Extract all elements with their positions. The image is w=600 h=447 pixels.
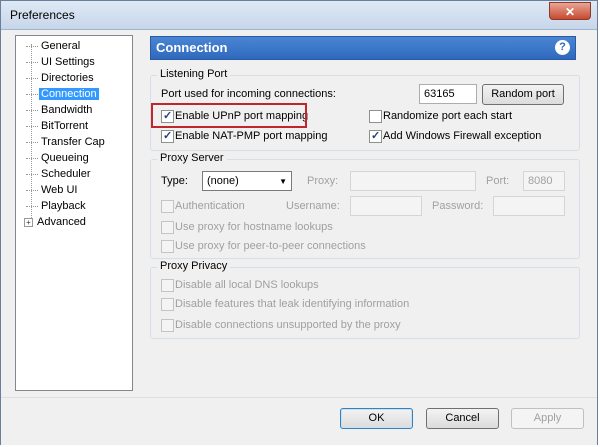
- p2p-proxy-checkbox[interactable]: [161, 240, 174, 253]
- close-button[interactable]: ✕: [549, 2, 591, 20]
- sidebar-item-playback[interactable]: Playback: [26, 199, 88, 214]
- proxy-port-label: Port:: [486, 175, 510, 187]
- sidebar-item-bandwidth[interactable]: Bandwidth: [26, 103, 94, 118]
- settings-tree: General UI Settings Directories Connecti…: [15, 35, 133, 391]
- p2p-proxy-label[interactable]: Use proxy for peer-to-peer connections: [175, 240, 366, 252]
- title-bar[interactable]: Preferences ✕: [1, 1, 597, 30]
- proxy-type-select[interactable]: (none) ▼: [202, 171, 292, 191]
- randomize-port-label[interactable]: Randomize port each start: [383, 110, 512, 122]
- port-label: Port used for incoming connections:: [161, 88, 336, 100]
- sidebar-item-bittorrent[interactable]: BitTorrent: [26, 119, 90, 134]
- username-label: Username:: [286, 200, 340, 212]
- password-label: Password:: [432, 200, 484, 212]
- dns-lookup-checkbox[interactable]: [161, 279, 174, 292]
- chevron-down-icon: ▼: [279, 177, 287, 186]
- natpmp-label[interactable]: Enable NAT-PMP port mapping: [175, 130, 327, 142]
- sidebar-item-ui-settings[interactable]: UI Settings: [26, 55, 97, 70]
- leak-info-label[interactable]: Disable features that leak identifying i…: [175, 298, 409, 310]
- sidebar-item-queueing[interactable]: Queueing: [26, 151, 91, 166]
- proxy-port-input[interactable]: 8080: [523, 171, 565, 191]
- proxy-host-label: Proxy:: [307, 175, 339, 187]
- sidebar-item-transfer-cap[interactable]: Transfer Cap: [26, 135, 107, 150]
- upnp-highlight-box: [151, 103, 307, 128]
- sidebar-item-general[interactable]: General: [26, 39, 82, 54]
- unsupported-connections-label[interactable]: Disable connections unsupported by the p…: [175, 319, 401, 331]
- firewall-label[interactable]: Add Windows Firewall exception: [383, 130, 541, 142]
- proxy-host-input[interactable]: [350, 171, 476, 191]
- proxy-privacy-group-label: Proxy Privacy: [157, 260, 231, 272]
- random-port-button[interactable]: Random port: [482, 84, 564, 105]
- username-input[interactable]: [350, 196, 422, 216]
- dns-lookup-label[interactable]: Disable all local DNS lookups: [175, 279, 319, 291]
- unsupported-connections-checkbox[interactable]: [161, 319, 174, 332]
- port-input[interactable]: 63165: [419, 84, 477, 104]
- proxy-server-group-label: Proxy Server: [157, 152, 227, 164]
- password-input[interactable]: [493, 196, 565, 216]
- apply-button[interactable]: Apply: [511, 408, 584, 429]
- window-title: Preferences: [10, 8, 75, 22]
- cancel-button[interactable]: Cancel: [426, 408, 499, 429]
- authentication-label[interactable]: Authentication: [175, 200, 245, 212]
- close-icon: ✕: [564, 5, 576, 19]
- proxy-type-label: Type:: [161, 175, 188, 187]
- help-icon[interactable]: ?: [555, 40, 570, 55]
- natpmp-checkbox[interactable]: [161, 129, 174, 143]
- preferences-window: Preferences ✕ General UI Settings Direct…: [0, 0, 598, 445]
- randomize-port-checkbox[interactable]: [369, 110, 382, 123]
- dialog-footer: [1, 397, 597, 445]
- sidebar-item-connection[interactable]: Connection: [26, 87, 99, 102]
- sidebar-item-web-ui[interactable]: Web UI: [26, 183, 79, 198]
- section-title: Connection: [156, 40, 228, 55]
- section-header: Connection ?: [150, 36, 576, 60]
- hostname-lookup-checkbox[interactable]: [161, 221, 174, 234]
- sidebar-item-scheduler[interactable]: Scheduler: [26, 167, 93, 182]
- leak-info-checkbox[interactable]: [161, 298, 174, 311]
- hostname-lookup-label[interactable]: Use proxy for hostname lookups: [175, 221, 333, 233]
- ok-button[interactable]: OK: [340, 408, 413, 429]
- expand-plus-icon[interactable]: +: [24, 217, 33, 227]
- sidebar-item-directories[interactable]: Directories: [26, 71, 96, 86]
- authentication-checkbox[interactable]: [161, 200, 174, 213]
- firewall-checkbox[interactable]: [369, 129, 382, 143]
- listening-port-group-label: Listening Port: [157, 68, 231, 80]
- sidebar-item-advanced[interactable]: + Advanced: [24, 215, 88, 230]
